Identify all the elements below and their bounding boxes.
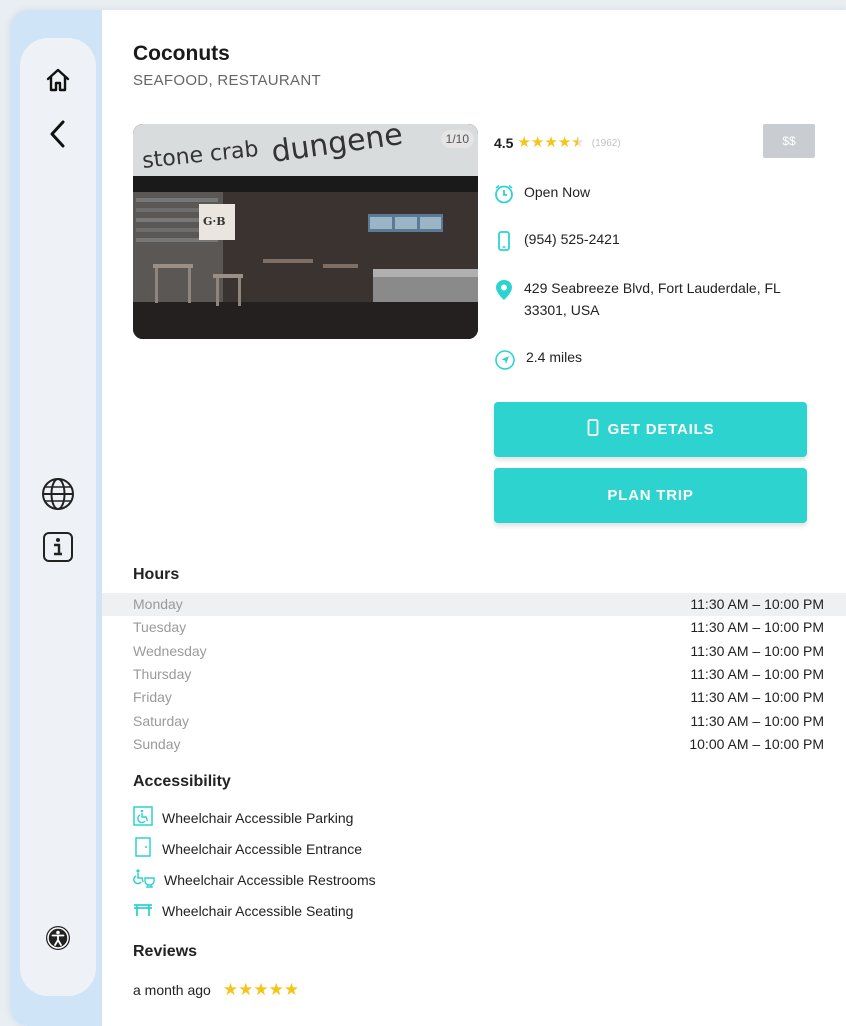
review-stars: ★★★★★ — [223, 981, 299, 998]
hours-day: Sunday — [133, 735, 181, 752]
back-icon[interactable] — [38, 114, 78, 154]
open-status-row: Open Now — [494, 184, 590, 207]
table-icon — [133, 899, 153, 922]
hours-row-monday: Monday 11:30 AM – 10:00 PM — [102, 593, 846, 616]
hours-time: 11:30 AM – 10:00 PM — [690, 665, 824, 682]
accessibility-item-seating: Wheelchair Accessible Seating — [133, 899, 353, 922]
distance-row: 2.4 miles — [494, 349, 582, 374]
globe-icon[interactable] — [38, 474, 78, 514]
main-panel: Coconuts SEAFOOD, RESTAURANT stone crab … — [102, 10, 846, 1026]
parking-icon — [133, 806, 153, 829]
accessibility-label: Wheelchair Accessible Entrance — [162, 840, 362, 857]
photo-counter: 1/10 — [440, 130, 474, 148]
accessibility-item-parking: Wheelchair Accessible Parking — [133, 806, 353, 829]
hours-row-tuesday: Tuesday 11:30 AM – 10:00 PM — [102, 616, 846, 639]
get-details-button[interactable]: GET DETAILS — [494, 402, 807, 457]
rating-value: 4.5 — [494, 135, 514, 151]
address-row: 429 Seabreeze Blvd, Fort Lauderdale, FL … — [494, 279, 781, 321]
accessibility-heading: Accessibility — [133, 773, 231, 790]
hours-time: 11:30 AM – 10:00 PM — [690, 712, 824, 729]
hours-time: 10:00 AM – 10:00 PM — [689, 735, 824, 752]
star-filled-icon: ★ — [283, 980, 300, 999]
app-window: Coconuts SEAFOOD, RESTAURANT stone crab … — [10, 10, 846, 1026]
star-filled-icon: ★ — [530, 134, 545, 151]
restroom-icon — [133, 868, 155, 891]
accessibility-label: Wheelchair Accessible Restrooms — [164, 871, 376, 888]
accessibility-item-entrance: Wheelchair Accessible Entrance — [133, 837, 362, 860]
sidebar — [20, 38, 96, 996]
star-filled-icon: ★ — [557, 134, 572, 151]
hours-day: Wednesday — [133, 642, 207, 659]
address-line-1: 429 Seabreeze Blvd, Fort Lauderdale, FL — [524, 280, 781, 296]
hours-time: 11:30 AM – 10:00 PM — [690, 642, 824, 659]
photo-logo-text: G·B — [203, 215, 226, 228]
hours-time: 11:30 AM – 10:00 PM — [690, 596, 824, 612]
star-filled-icon: ★ — [253, 980, 269, 999]
clock-icon — [494, 184, 514, 207]
star-half-icon: ★ — [571, 134, 585, 151]
review-item: a month ago ★★★★★ — [133, 981, 299, 998]
hours-time: 11:30 AM – 10:00 PM — [690, 689, 824, 706]
star-filled-icon: ★ — [222, 980, 239, 999]
restaurant-photo[interactable]: stone crab dungene G·B 1/10 — [133, 124, 478, 339]
star-filled-icon: ★ — [517, 134, 531, 151]
hours-day: Saturday — [133, 712, 190, 729]
hours-day: Thursday — [133, 665, 192, 682]
open-status: Open Now — [524, 184, 591, 200]
hours-heading: Hours — [133, 566, 180, 583]
phone-icon — [494, 231, 514, 254]
review-time: a month ago — [133, 981, 211, 998]
page-title: Coconuts — [133, 42, 230, 65]
phone-number[interactable]: (954) 525-2421 — [524, 231, 620, 247]
home-icon[interactable] — [38, 60, 78, 100]
star-filled-icon: ★ — [238, 980, 254, 999]
phone-row[interactable]: (954) 525-2421 — [494, 231, 620, 254]
rating-row: 4.5 ★★★★★ (1962) — [494, 134, 621, 152]
phone-icon — [587, 419, 599, 440]
plan-trip-button[interactable]: PLAN TRIP — [494, 468, 807, 523]
hours-time: 11:30 AM – 10:00 PM — [690, 619, 824, 636]
hours-row-friday: Friday 11:30 AM – 10:00 PM — [102, 686, 846, 709]
location-pin-icon — [494, 279, 514, 304]
info-icon[interactable] — [38, 527, 78, 567]
door-icon — [133, 837, 153, 860]
accessibility-item-restrooms: Wheelchair Accessible Restrooms — [133, 868, 376, 891]
accessibility-label: Wheelchair Accessible Parking — [162, 809, 354, 826]
accessibility-label: Wheelchair Accessible Seating — [162, 902, 354, 919]
hours-row-sunday: Sunday 10:00 AM – 10:00 PM — [102, 733, 846, 756]
category-label: SEAFOOD, RESTAURANT — [133, 72, 321, 89]
hours-row-wednesday: Wednesday 11:30 AM – 10:00 PM — [102, 640, 846, 663]
get-details-label: GET DETAILS — [607, 421, 715, 438]
star-filled-icon: ★ — [544, 134, 558, 151]
hours-day: Monday — [133, 596, 183, 612]
hours-row-saturday: Saturday 11:30 AM – 10:00 PM — [102, 710, 846, 733]
star-filled-icon: ★ — [268, 980, 284, 999]
reviews-heading: Reviews — [133, 943, 198, 960]
distance-value: 2.4 miles — [526, 349, 583, 365]
hours-row-thursday: Thursday 11:30 AM – 10:00 PM — [102, 663, 846, 686]
review-count[interactable]: (1962) — [592, 138, 621, 149]
price-badge: $$ — [763, 124, 815, 158]
navigation-icon — [494, 349, 516, 374]
plan-trip-label: PLAN TRIP — [607, 487, 694, 504]
rating-stars: ★★★★★ — [517, 134, 584, 152]
hours-day: Friday — [133, 689, 172, 706]
address-line-2: 33301, USA — [524, 302, 600, 318]
accessibility-icon[interactable] — [38, 918, 78, 958]
hours-day: Tuesday — [133, 619, 187, 636]
